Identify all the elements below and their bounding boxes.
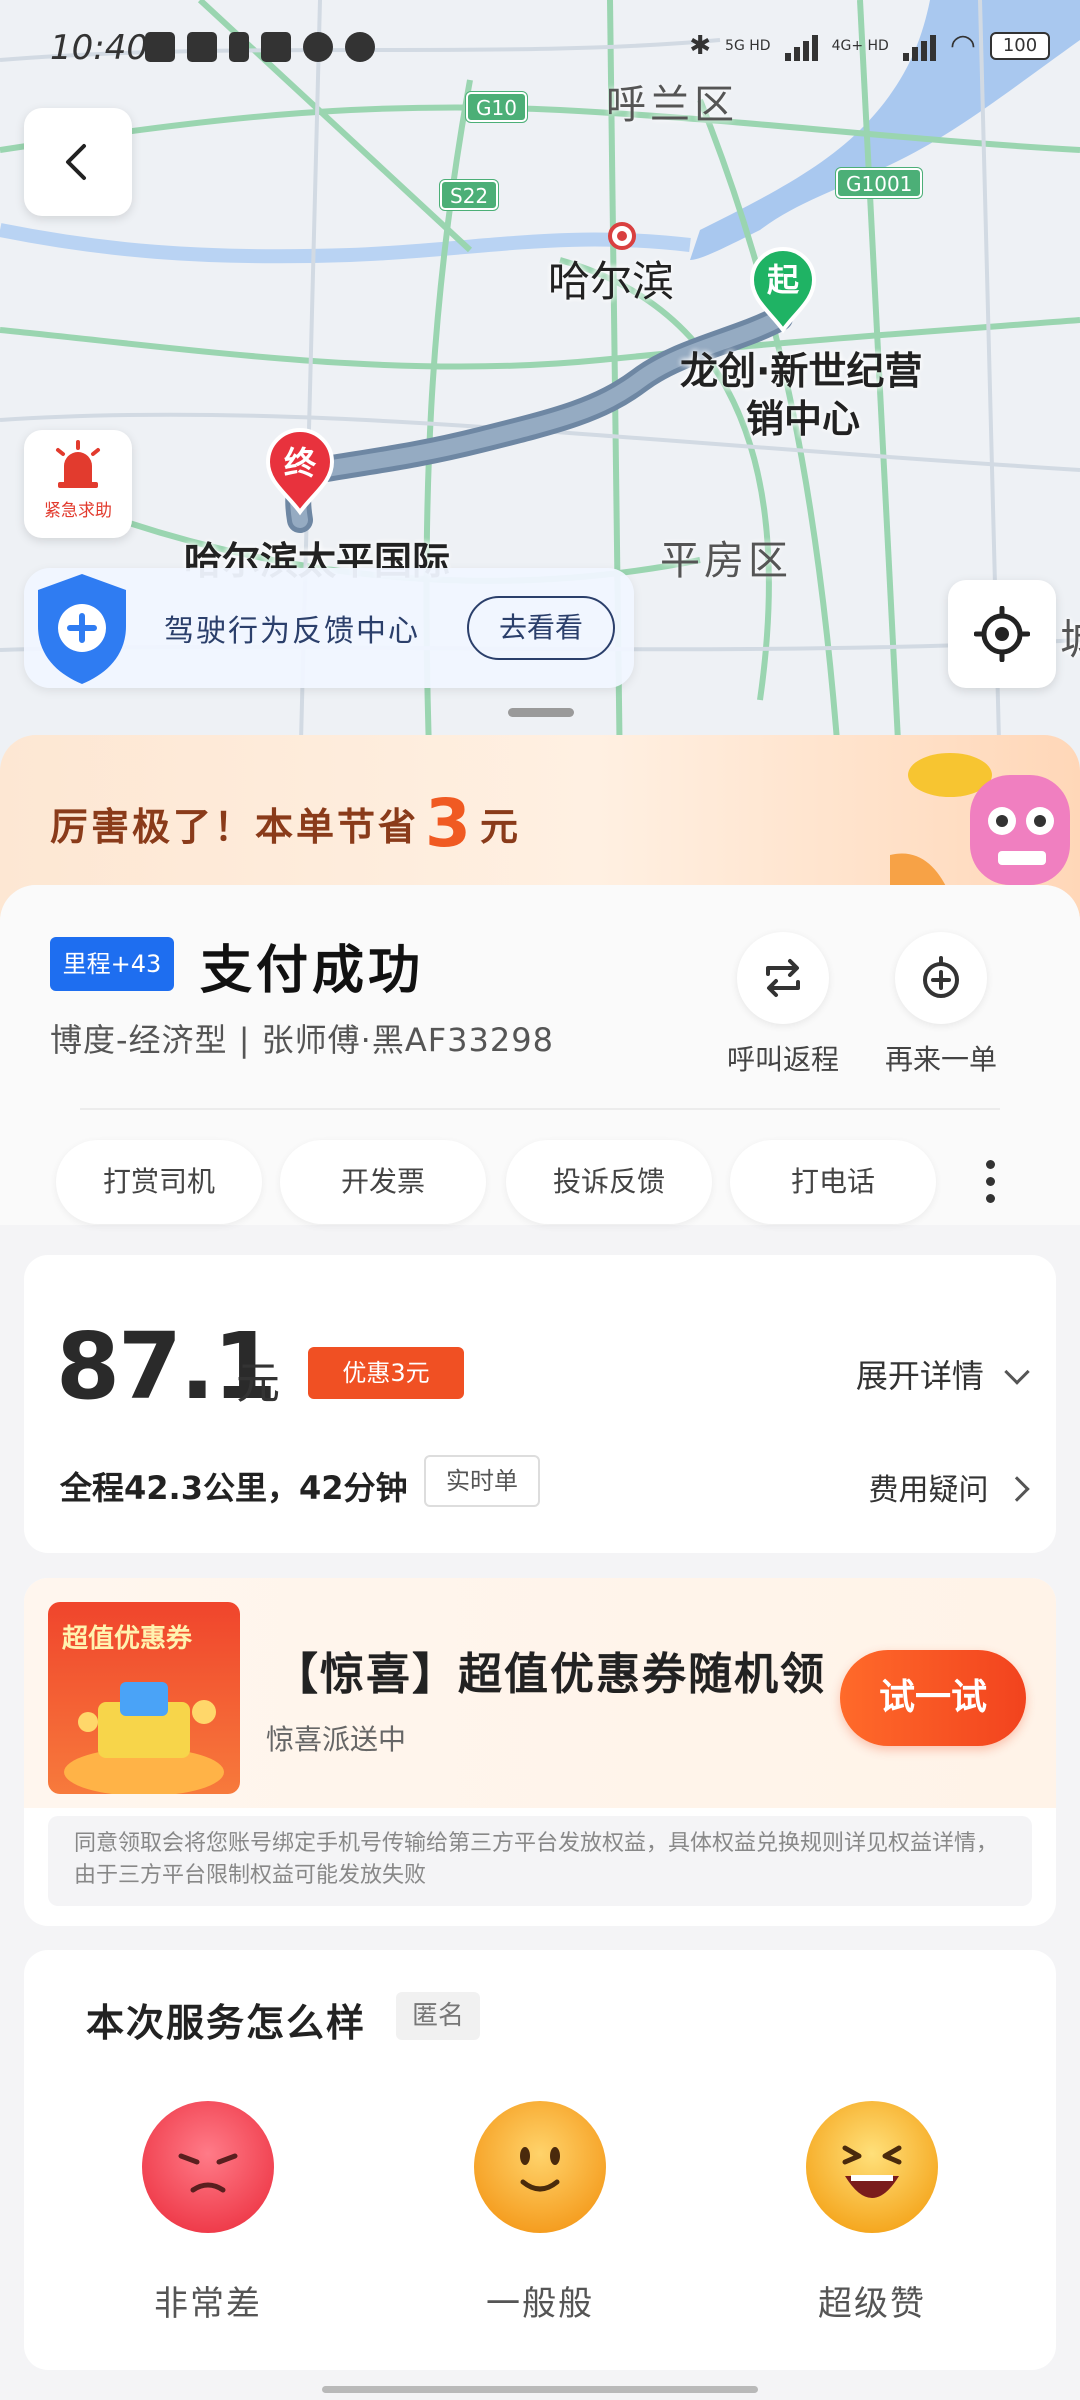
map-label-harbin: 哈尔滨 (548, 257, 675, 306)
signal-icon-2 (902, 31, 936, 61)
repeat-icon (737, 932, 829, 1024)
expand-details-link[interactable]: 展开详情 (855, 1351, 1030, 1397)
status-right: ✱ 5G HD 4G+ HD ◠ 100 (689, 28, 1050, 63)
road-shield-s22: S22 (440, 180, 499, 210)
savings-suffix: 元 (479, 805, 521, 849)
fare-card: 87.1 元 优惠3元 展开详情 全程42.3公里，42分钟 实时单 费用疑问 (24, 1255, 1056, 1553)
coupon-image: 超值优惠券 (48, 1602, 240, 1794)
call-return-trip-label: 呼叫返程 (726, 1043, 839, 1076)
battery-indicator: 100 (990, 31, 1050, 60)
feedback-go-button[interactable]: 去看看 (467, 596, 615, 660)
complaint-button[interactable]: 投诉反馈 (506, 1140, 712, 1224)
chevron-left-icon (66, 144, 86, 180)
payment-status-title: 支付成功 (200, 941, 425, 1001)
promo-subtitle: 惊喜派送中 (266, 1723, 407, 1756)
laughing-face-icon (806, 2101, 938, 2233)
road-shield-g10: G10 (466, 92, 527, 122)
chevron-right-icon (1004, 1476, 1030, 1502)
chat-icon (303, 32, 333, 62)
angry-face-icon (142, 2101, 274, 2233)
locate-me-button[interactable] (948, 580, 1056, 688)
feedback-text: 驾驶行为反馈中心 (164, 614, 420, 649)
trip-summary: 全程42.3公里，42分钟 (60, 1469, 408, 1507)
driver-info: 博度-经济型 | 张师傅·黑AF33298 (50, 1021, 554, 1059)
network-label-1: 5G HD (725, 37, 771, 54)
service-rating-card: 本次服务怎么样 匿名 非常差 一般般 超级赞 (24, 1950, 1056, 2370)
crosshair-icon (974, 606, 1030, 662)
fire-icon (345, 32, 375, 62)
discount-badge: 优惠3元 (308, 1347, 464, 1399)
back-button[interactable] (24, 108, 132, 216)
task-icon (145, 32, 175, 62)
mileage-badge: 里程+43 (50, 937, 174, 991)
bluetooth-icon: ✱ (689, 30, 712, 61)
sheet-drag-handle[interactable] (508, 708, 574, 717)
promo-disclaimer: 同意领取会将您账号绑定手机号传输给第三方平台发放权益，具体权益兑换规则详见权益详… (48, 1816, 1032, 1906)
anonymous-tag: 匿名 (396, 1992, 480, 2040)
map-view[interactable]: 呼兰区 哈尔滨 平房区 龙创·新世纪营 销中心 哈尔滨太平国际 城 G10 S2… (0, 0, 1080, 780)
rating-title: 本次服务怎么样 (86, 2001, 367, 2045)
app-icon (261, 32, 291, 62)
order-type-tag: 实时单 (424, 1455, 540, 1507)
chevron-down-icon (1004, 1359, 1030, 1385)
road-shield-g1001: G1001 (836, 168, 923, 198)
order-again-button[interactable]: 再来一单 (866, 932, 1016, 1078)
start-marker-icon[interactable]: 起 (760, 255, 806, 301)
expand-details-label: 展开详情 (855, 1357, 984, 1395)
start-place-label-line2: 销中心 (746, 397, 861, 441)
sim-icon (229, 32, 249, 62)
send-icon (187, 32, 217, 62)
emergency-help-label: 紧急求助 (44, 501, 112, 521)
notification-icons (145, 32, 375, 62)
smile-face-icon (474, 2101, 606, 2233)
network-label-2: 4G+ HD (831, 37, 889, 54)
wifi-icon: ◠ (949, 28, 976, 63)
divider (80, 1108, 1000, 1110)
call-return-trip-button[interactable]: 呼叫返程 (708, 932, 858, 1078)
rating-label-average: 一般般 (486, 2284, 594, 2324)
driving-feedback-banner[interactable]: 驾驶行为反馈中心 去看看 (24, 568, 634, 688)
fare-unit: 元 (236, 1358, 280, 1409)
rating-label-excellent: 超级赞 (818, 2284, 926, 2324)
home-indicator[interactable] (322, 2386, 758, 2393)
more-options-icon[interactable] (978, 1160, 1002, 1208)
savings-prefix: 厉害极了！本单节省 (50, 805, 420, 849)
order-again-label: 再来一单 (884, 1043, 997, 1076)
promo-title: 【惊喜】超值优惠券随机领 (274, 1649, 826, 1700)
fee-question-link[interactable]: 费用疑问 (868, 1465, 1030, 1509)
start-place-label: 龙创·新世纪营 (680, 349, 923, 393)
coupon-image-title: 超值优惠券 (62, 1624, 193, 1654)
alarm-icon (56, 440, 100, 488)
try-it-button[interactable]: 试一试 (840, 1650, 1026, 1746)
gift-box-icon (64, 1682, 224, 1794)
savings-text: 厉害极了！本单节省3 元 (50, 785, 521, 862)
savings-amount: 3 (425, 785, 474, 862)
rating-option-very-bad[interactable]: 非常差 (108, 2100, 308, 2325)
call-button[interactable]: 打电话 (730, 1140, 936, 1224)
coupon-promo-card[interactable]: 超值优惠券 【惊喜】超值优惠券随机领 惊喜派送中 试一试 同意领取会将您账号绑定… (24, 1578, 1056, 1926)
status-time: 10:40 (50, 28, 148, 68)
plus-circle-icon (895, 932, 987, 1024)
map-label-edge: 城 (1060, 606, 1080, 667)
emergency-help-button[interactable]: 紧急求助 (24, 430, 132, 538)
invoice-button[interactable]: 开发票 (280, 1140, 486, 1224)
status-bar: 10:40 ✱ 5G HD 4G+ HD ◠ 100 (0, 0, 1080, 90)
rating-option-average[interactable]: 一般般 (440, 2100, 640, 2325)
end-marker-icon[interactable]: 终 (277, 438, 323, 484)
signal-icon-1 (784, 31, 818, 61)
shield-icon (38, 574, 126, 684)
rating-label-very-bad: 非常差 (154, 2284, 262, 2324)
map-label-pingfang: 平房区 (660, 538, 792, 584)
fee-question-label: 费用疑问 (868, 1473, 989, 1508)
tip-driver-button[interactable]: 打赏司机 (56, 1140, 262, 1224)
rating-option-excellent[interactable]: 超级赞 (772, 2100, 972, 2325)
